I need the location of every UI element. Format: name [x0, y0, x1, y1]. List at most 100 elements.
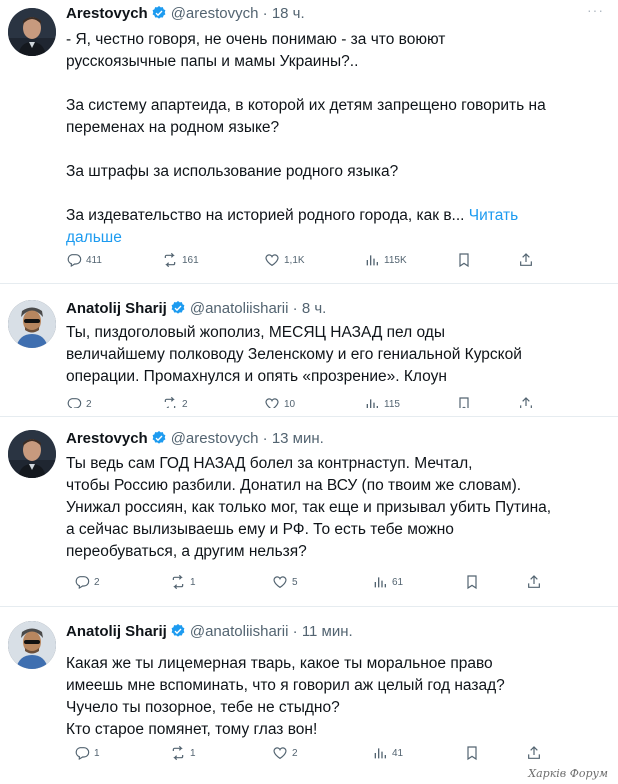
- like-button[interactable]: 5: [272, 574, 298, 590]
- avatar[interactable]: [8, 621, 56, 669]
- author-name[interactable]: Arestovych: [66, 5, 148, 22]
- action-bar: 2 1 5 61: [66, 574, 546, 592]
- like-count: 1,1K: [284, 254, 305, 266]
- share-icon: [526, 745, 546, 761]
- read-more-link[interactable]: Читать: [469, 207, 518, 224]
- views-count: 115: [384, 398, 400, 409]
- bookmark-button[interactable]: [456, 252, 476, 268]
- views-count: 115K: [384, 254, 407, 266]
- repost-button[interactable]: 161: [162, 252, 199, 268]
- tweet-text: Ты, пиздоголовый жополиз, МЕСЯЦ НАЗАД пе…: [66, 322, 596, 388]
- like-count: 2: [292, 747, 298, 759]
- action-bar: 411 161 1,1K 115K: [66, 252, 546, 270]
- reply-count: 411: [86, 254, 102, 266]
- share-button[interactable]: [526, 574, 546, 590]
- reply-count: 1: [94, 747, 100, 759]
- share-button[interactable]: [518, 396, 538, 408]
- repost-button[interactable]: 1: [170, 745, 196, 761]
- reply-icon: [74, 745, 94, 761]
- bookmark-button[interactable]: [456, 396, 476, 408]
- author-handle[interactable]: @anatoliisharii: [190, 300, 289, 317]
- bookmark-icon: [456, 252, 476, 268]
- repost-button[interactable]: 1: [170, 574, 196, 590]
- tweet-text: - Я, честно говоря, не очень понимаю - з…: [66, 29, 596, 249]
- verified-badge-icon: [170, 300, 186, 321]
- repost-button[interactable]: 2: [162, 396, 188, 408]
- repost-icon: [170, 574, 190, 590]
- verified-badge-icon: [170, 623, 186, 644]
- share-icon: [518, 396, 538, 408]
- text-line: Какая же ты лицемерная тварь, какое ты м…: [66, 655, 493, 672]
- like-button[interactable]: 10: [264, 396, 295, 408]
- reply-button[interactable]: 2: [66, 396, 92, 408]
- author-name[interactable]: Anatolij Sharij: [66, 623, 167, 640]
- text-line: За систему апартеида, в которой их детям…: [66, 97, 546, 114]
- views-icon: [372, 745, 392, 761]
- repost-count: 2: [182, 398, 188, 409]
- views-icon: [364, 252, 384, 268]
- text-line: величайшему полководу Зеленскому и его г…: [66, 346, 522, 363]
- text-line: Унижал россиян, как только мог, так еще …: [66, 499, 552, 516]
- text-line: переменах на родном языке?: [66, 119, 280, 136]
- views-count: 61: [392, 576, 404, 588]
- repost-count: 161: [182, 254, 199, 266]
- author-handle[interactable]: @anatoliisharii: [190, 623, 289, 640]
- bookmark-button[interactable]: [464, 745, 484, 761]
- like-icon: [264, 252, 284, 268]
- views-count: 41: [392, 747, 404, 759]
- more-options-icon[interactable]: ···: [587, 2, 604, 18]
- share-icon: [526, 574, 546, 590]
- text-line: чтобы Россию разбили. Донатил на ВСУ (по…: [66, 477, 522, 494]
- timestamp[interactable]: 8 ч.: [302, 300, 327, 317]
- author-name[interactable]: Arestovych: [66, 430, 148, 447]
- author-handle[interactable]: @arestovych: [171, 5, 259, 22]
- avatar[interactable]: [8, 430, 56, 478]
- verified-badge-icon: [151, 5, 167, 26]
- like-count: 10: [284, 398, 296, 409]
- text-line: русскоязычные папы и мамы Украины?..: [66, 53, 359, 70]
- action-bar: 1 1 2 41: [66, 745, 546, 763]
- share-button[interactable]: [518, 252, 538, 268]
- text-line: а сейчас вылизываешь ему и РФ. То есть т…: [66, 521, 454, 538]
- text-line: Ты ведь сам ГОД НАЗАД болел за контрнаст…: [66, 455, 473, 472]
- avatar[interactable]: [8, 300, 56, 348]
- repost-icon: [170, 745, 190, 761]
- verified-badge-icon: [151, 430, 167, 451]
- text-line: Чучело ты позорное, тебе не стыдно?: [66, 699, 340, 716]
- timestamp[interactable]: 18 ч.: [272, 5, 305, 22]
- timestamp[interactable]: 11 мин.: [302, 623, 353, 640]
- separator-dot: ·: [262, 5, 268, 22]
- like-button[interactable]: 1,1K: [264, 252, 305, 268]
- text-line: Ты, пиздоголовый жополиз, МЕСЯЦ НАЗАД пе…: [66, 324, 445, 341]
- forum-watermark: Харків Форум: [528, 767, 608, 780]
- views-button[interactable]: 41: [372, 745, 403, 761]
- read-more-link[interactable]: дальше: [66, 229, 122, 246]
- reply-button[interactable]: 411: [66, 252, 102, 268]
- views-button[interactable]: 115K: [364, 252, 407, 268]
- reply-button[interactable]: 2: [74, 574, 100, 590]
- views-button[interactable]: 61: [372, 574, 403, 590]
- text-line: операции. Промахнулся и опять «прозрение…: [66, 368, 447, 385]
- tweet-2[interactable]: Anatolij Sharij @anatoliisharii · 8 ч. Ты…: [0, 284, 618, 414]
- text-line: имеешь мне вспоминать, что я говорил аж …: [66, 677, 505, 694]
- author-name[interactable]: Anatolij Sharij: [66, 300, 167, 317]
- reply-button[interactable]: 1: [74, 745, 100, 761]
- bookmark-icon: [464, 745, 484, 761]
- share-button[interactable]: [526, 745, 546, 761]
- like-button[interactable]: 2: [272, 745, 298, 761]
- views-button[interactable]: 115: [364, 396, 400, 408]
- tweet-1[interactable]: Arestovych @arestovych · 18 ч. ··· - Я, ч…: [0, 0, 618, 282]
- avatar[interactable]: [8, 8, 56, 56]
- author-handle[interactable]: @arestovych: [171, 430, 259, 447]
- tweet-3[interactable]: Arestovych @arestovych · 13 мин. Ты ведь …: [0, 417, 618, 607]
- share-icon: [518, 252, 538, 268]
- reply-count: 2: [86, 398, 92, 409]
- timestamp[interactable]: 13 мин.: [272, 430, 324, 447]
- repost-count: 1: [190, 576, 196, 588]
- tweet-4[interactable]: Anatolij Sharij @anatoliisharii · 11 мин.…: [0, 607, 618, 784]
- bookmark-button[interactable]: [464, 574, 484, 590]
- repost-icon: [162, 252, 182, 268]
- separator-dot: ·: [292, 300, 298, 317]
- reply-count: 2: [94, 576, 100, 588]
- reply-icon: [66, 252, 86, 268]
